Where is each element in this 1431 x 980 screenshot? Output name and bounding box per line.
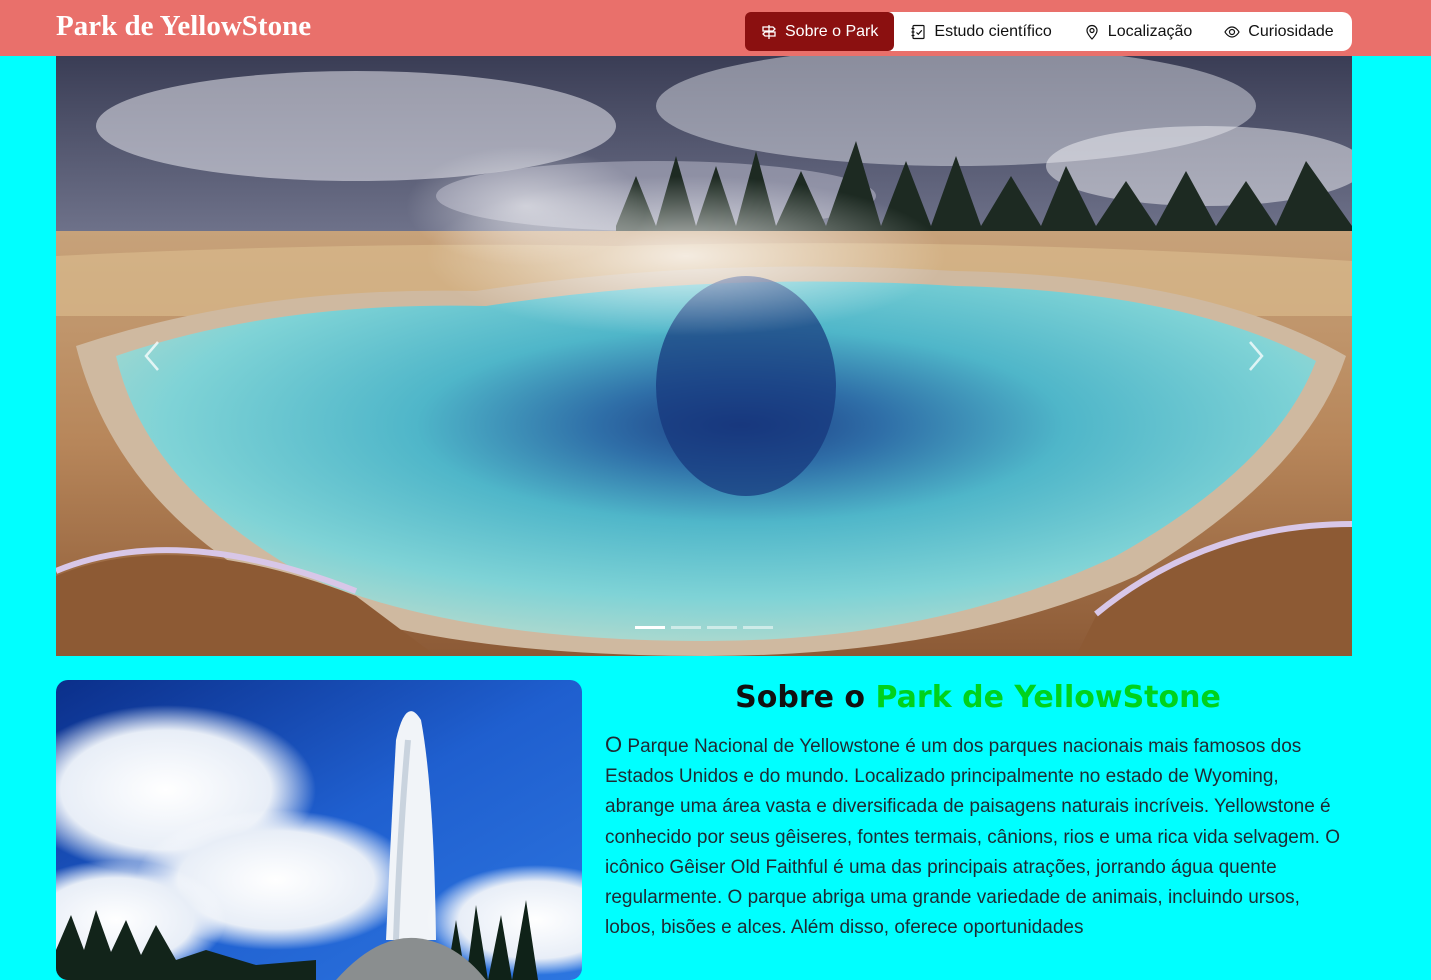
hero-carousel[interactable] — [56, 56, 1352, 656]
about-title-prefix: Sobre o — [735, 680, 866, 715]
brand-title[interactable]: Park de YellowStone — [56, 10, 311, 43]
about-title: Sobre o Park de YellowStone — [600, 680, 1356, 715]
nav-label: Estudo científico — [934, 22, 1052, 40]
hot-spring-pool-photo — [56, 56, 1352, 656]
main-nav: Sobre o Park Estudo científico Localizaç… — [745, 12, 1352, 51]
about-text-first-letter: O — [605, 732, 623, 757]
about-description: O Parque Nacional de Yellowstone é um do… — [605, 730, 1353, 943]
carousel-next-button[interactable] — [1234, 334, 1274, 378]
nav-label: Sobre o Park — [785, 22, 879, 40]
eye-icon — [1224, 24, 1240, 40]
nav-estudo-cientifico[interactable]: Estudo científico — [894, 12, 1067, 51]
carousel-prev-button[interactable] — [134, 334, 174, 378]
geyser-photo — [56, 680, 582, 980]
map-pin-icon — [1084, 24, 1100, 40]
chevron-right-icon — [1249, 341, 1264, 371]
about-title-accent: Park de YellowStone — [875, 680, 1221, 715]
nav-label: Curiosidade — [1248, 22, 1334, 40]
nav-curiosidade[interactable]: Curiosidade — [1208, 12, 1349, 51]
nav-sobre-o-park[interactable]: Sobre o Park — [745, 12, 895, 51]
carousel-indicator-1[interactable] — [635, 626, 665, 629]
carousel-indicator-2[interactable] — [671, 626, 701, 629]
journal-check-icon — [910, 24, 926, 40]
carousel-indicators — [635, 626, 773, 629]
nav-localizacao[interactable]: Localização — [1068, 12, 1209, 51]
carousel-indicator-3[interactable] — [707, 626, 737, 629]
carousel-indicator-4[interactable] — [743, 626, 773, 629]
signpost-icon — [761, 24, 777, 40]
nav-label: Localização — [1107, 22, 1193, 40]
header: Park de YellowStone Sobre o Park Estudo … — [0, 0, 1431, 56]
about-text-body: Parque Nacional de Yellowstone é um dos … — [605, 736, 1341, 939]
chevron-left-icon — [144, 341, 159, 371]
